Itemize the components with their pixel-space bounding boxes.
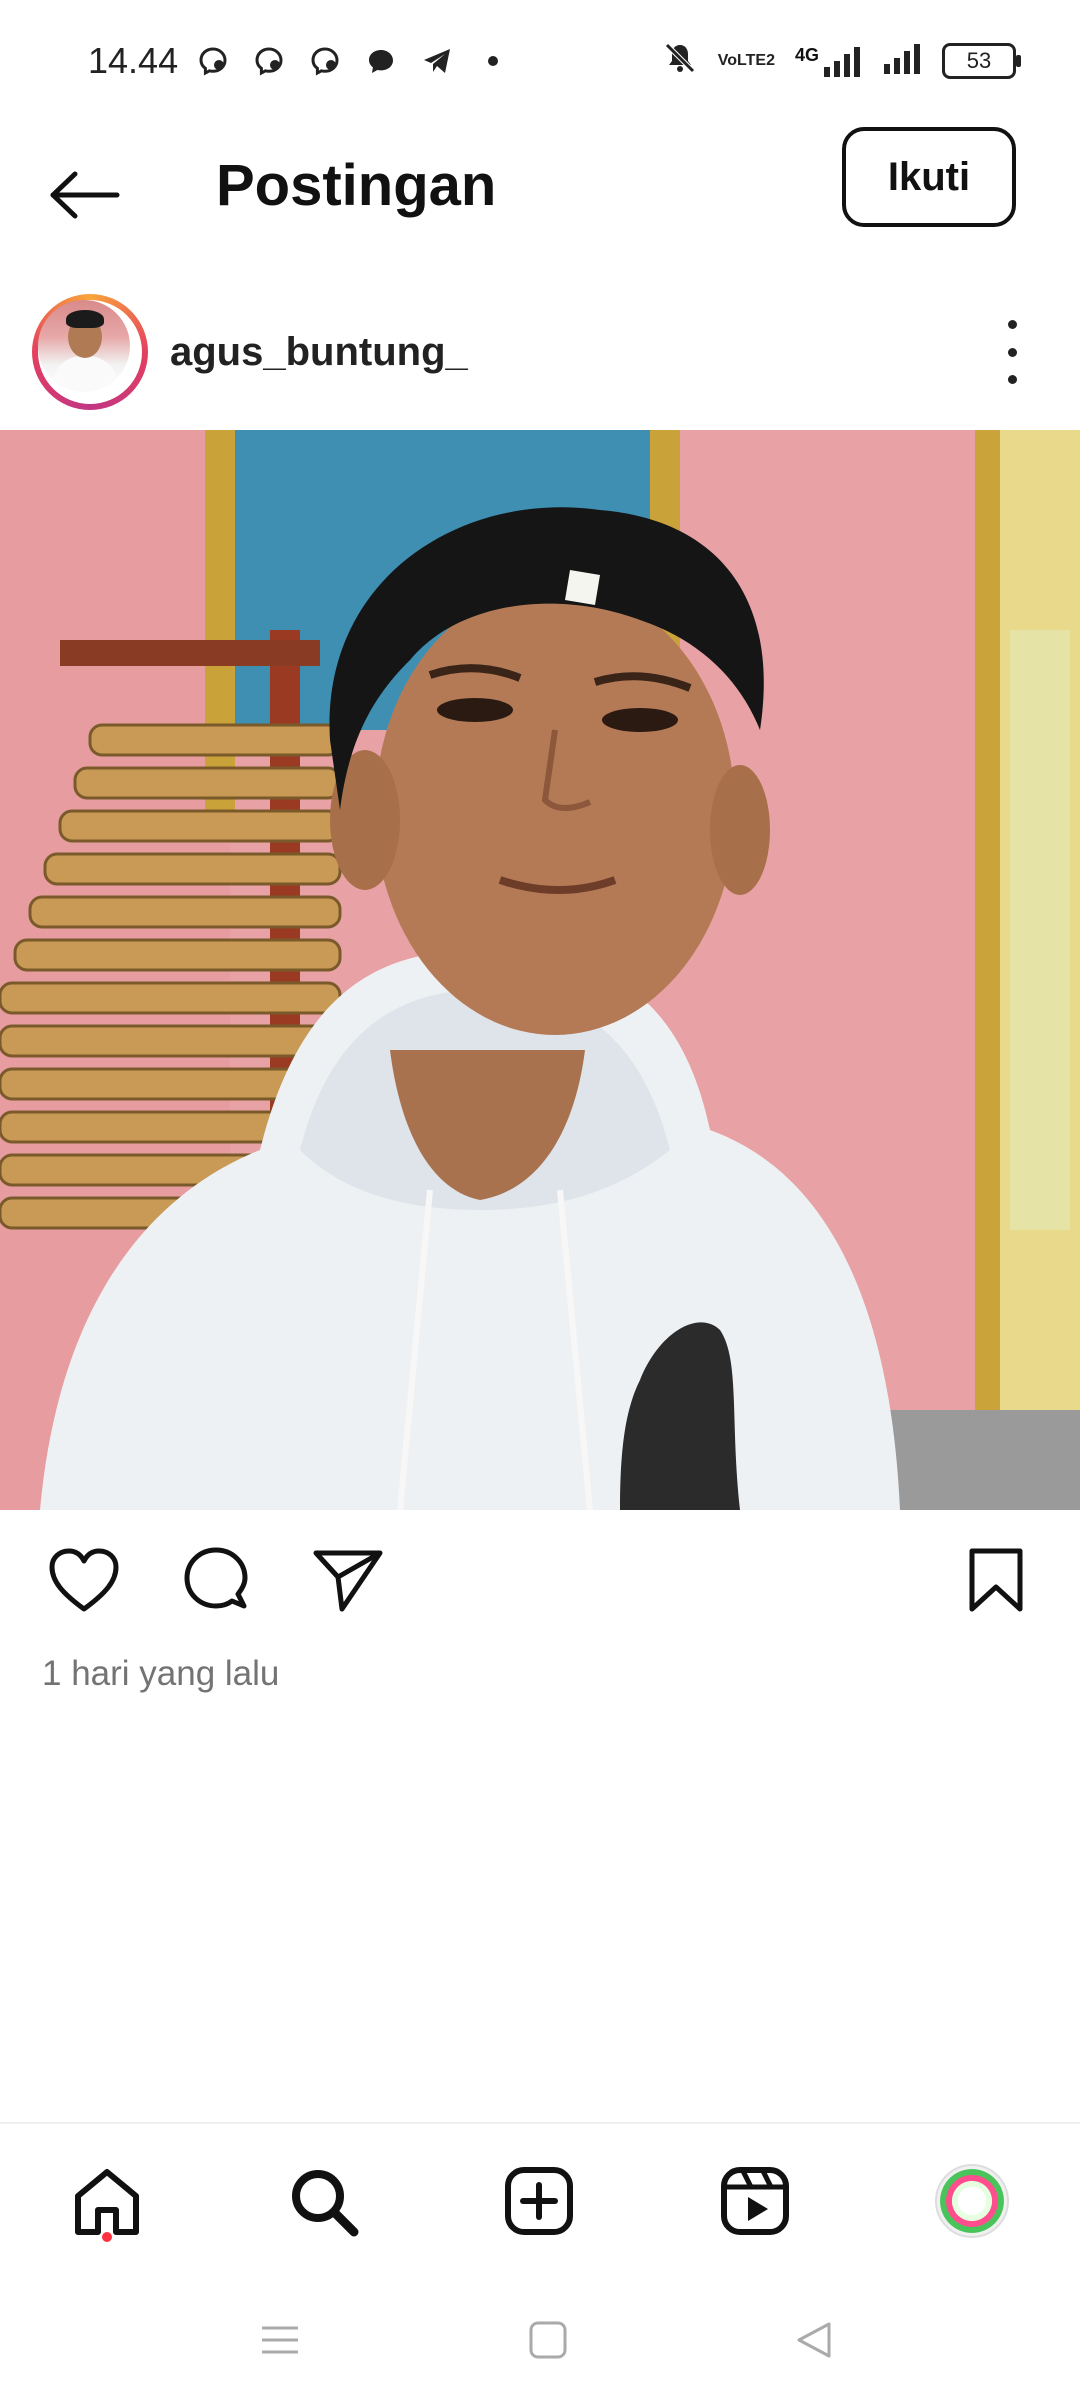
user-avatar[interactable] bbox=[32, 294, 148, 410]
nav-profile[interactable] bbox=[927, 2156, 1017, 2246]
messenger-icon bbox=[196, 44, 230, 78]
bookmark-icon bbox=[969, 1548, 1023, 1612]
create-icon bbox=[505, 2167, 573, 2235]
post-image[interactable] bbox=[0, 430, 1080, 1510]
profile-avatar bbox=[935, 2164, 1009, 2238]
share-icon bbox=[313, 1550, 383, 1612]
signal-icon bbox=[882, 42, 922, 79]
reels-icon bbox=[721, 2167, 789, 2235]
network-label: 4G bbox=[794, 44, 819, 65]
status-time: 14.44 bbox=[88, 40, 179, 81]
post-timestamp: 1 hari yang lalu bbox=[42, 1654, 280, 1693]
status-bar: 14.44 VoLTE2 4G 53 bbox=[0, 0, 1080, 120]
chat-bubble-icon bbox=[364, 44, 398, 78]
like-button[interactable] bbox=[44, 1540, 124, 1620]
bottom-nav-divider bbox=[0, 2122, 1080, 2124]
avatar-hair bbox=[66, 310, 104, 328]
home-icon bbox=[75, 2169, 139, 2235]
post-username[interactable]: agus_buntung_ bbox=[170, 330, 468, 375]
status-right-icons: VoLTE2 4G 53 bbox=[662, 40, 1021, 81]
nav-reels[interactable] bbox=[710, 2156, 800, 2246]
notification-icons bbox=[196, 44, 510, 78]
home-square-icon bbox=[529, 2321, 567, 2359]
more-options-button[interactable] bbox=[992, 320, 1032, 384]
kebab-dot bbox=[1007, 375, 1017, 384]
kebab-dot bbox=[1007, 320, 1017, 329]
volte-label: VoLTE2 bbox=[717, 51, 775, 69]
kebab-dot bbox=[1007, 347, 1017, 357]
nav-search[interactable] bbox=[278, 2156, 368, 2246]
search-icon bbox=[292, 2170, 359, 2237]
system-menu-button[interactable] bbox=[240, 2300, 320, 2380]
share-button[interactable] bbox=[308, 1540, 388, 1620]
system-home-button[interactable] bbox=[508, 2300, 588, 2380]
comment-button[interactable] bbox=[176, 1540, 256, 1620]
save-button[interactable] bbox=[956, 1540, 1036, 1620]
comment-icon bbox=[184, 1547, 248, 1609]
home-notification-dot bbox=[102, 2232, 112, 2242]
system-back-button[interactable] bbox=[774, 2300, 854, 2380]
telegram-icon bbox=[420, 44, 454, 78]
messenger-icon bbox=[252, 44, 286, 78]
post-photo bbox=[0, 430, 1080, 1510]
nav-create[interactable] bbox=[494, 2156, 584, 2246]
arrow-left-icon bbox=[50, 171, 120, 219]
volte-icon: VoLTE2 bbox=[717, 51, 775, 69]
avatar-shirt bbox=[52, 356, 118, 392]
battery-icon: 53 bbox=[942, 42, 1021, 79]
heart-icon bbox=[49, 1548, 119, 1612]
mute-icon bbox=[662, 40, 698, 81]
follow-button[interactable]: Ikuti bbox=[842, 127, 1016, 227]
avatar-photo bbox=[38, 300, 130, 392]
back-button[interactable] bbox=[44, 155, 124, 235]
page-title: Postingan bbox=[216, 153, 497, 218]
signal-4g-icon: 4G bbox=[795, 45, 862, 77]
battery-level: 53 bbox=[966, 47, 992, 73]
menu-icon bbox=[262, 2326, 298, 2354]
messenger-icon bbox=[308, 44, 342, 78]
back-triangle-icon bbox=[797, 2322, 831, 2358]
dot-icon bbox=[476, 44, 510, 78]
